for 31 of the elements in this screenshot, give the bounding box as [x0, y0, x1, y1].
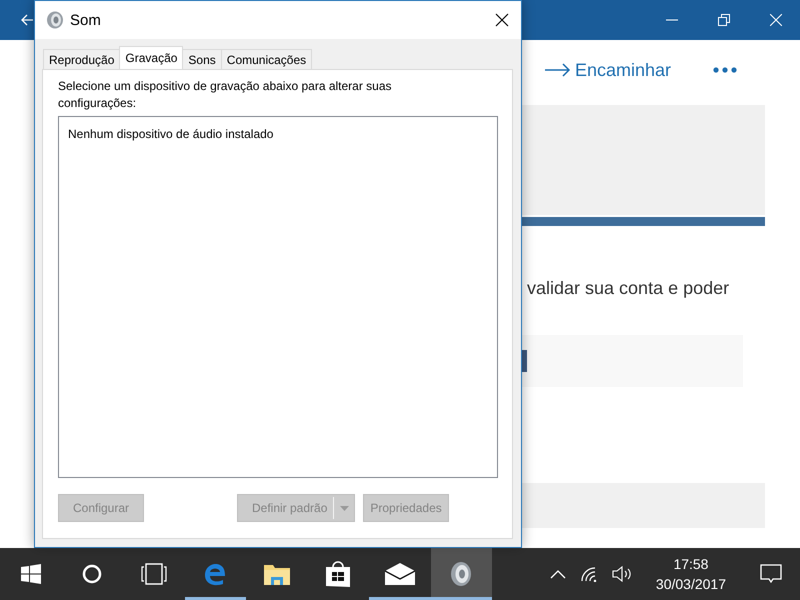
speaker-icon — [46, 11, 64, 29]
arrow-right-icon — [545, 63, 571, 77]
windows-logo-icon — [20, 564, 41, 584]
notification-icon[interactable] — [760, 564, 782, 584]
window-title: Som — [70, 12, 102, 28]
back-arrow-icon[interactable] — [20, 13, 34, 27]
circle-icon — [82, 564, 102, 584]
shopping-bag-icon — [325, 560, 352, 588]
body-text: validar sua conta e poder — [527, 278, 730, 299]
browser-icon — [203, 562, 228, 586]
clock-time: 17:58 — [673, 555, 708, 574]
envelope-icon — [384, 563, 415, 585]
taskbar-button[interactable] — [430, 548, 492, 600]
speaker-icon — [450, 561, 472, 587]
tab[interactable]: Reprodução — [43, 49, 120, 69]
wifi-icon[interactable] — [580, 566, 598, 582]
folder-icon — [262, 562, 291, 586]
empty-message: Nenhum dispositivo de áudio instalado — [68, 127, 274, 141]
tab[interactable]: Gravação — [119, 46, 184, 69]
forward-button[interactable]: Encaminhar — [545, 60, 672, 80]
clock-date: 30/03/2017 — [656, 575, 726, 594]
chevron-up-icon[interactable] — [550, 570, 566, 578]
task-view-icon — [140, 563, 167, 585]
clock[interactable]: 17:58 30/03/2017 — [648, 554, 740, 594]
instruction-text: Selecione um dispositivo de gravação abaixo para alterar suas configurações: — [58, 78, 393, 112]
tab[interactable]: Comunicações — [220, 49, 312, 69]
active-indicator — [184, 597, 246, 600]
restore-icon[interactable] — [718, 14, 730, 26]
device-list[interactable]: Nenhum dispositivo de áudio instalado — [58, 116, 498, 478]
more-icon[interactable] — [713, 67, 738, 73]
close-icon[interactable] — [495, 13, 509, 27]
